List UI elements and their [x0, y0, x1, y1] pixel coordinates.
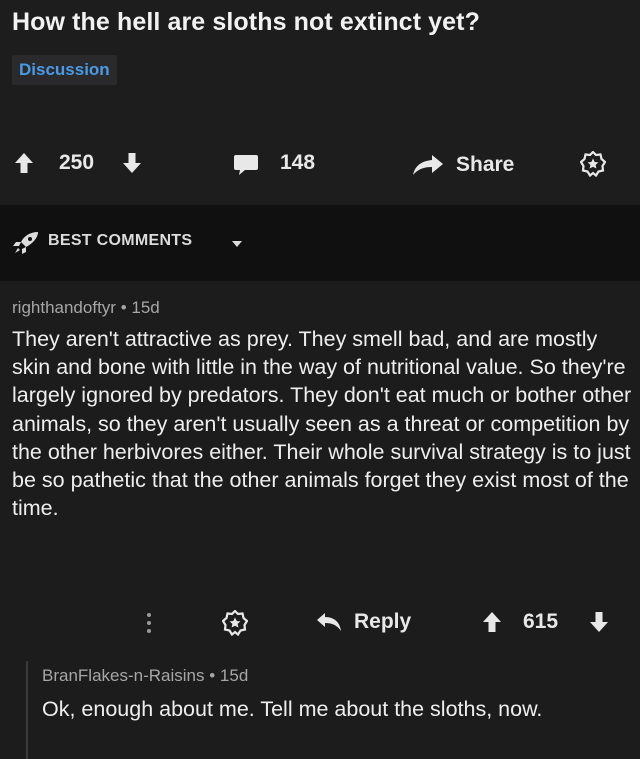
reply-meta: BranFlakes-n-Raisins • 15d	[42, 666, 248, 686]
comment-award-button[interactable]	[222, 610, 248, 636]
comment: righthandoftyr • 15d They aren't attract…	[0, 281, 640, 661]
post-award-button[interactable]	[580, 151, 606, 177]
reply-label: Reply	[354, 610, 412, 633]
post-comment-count: 148	[280, 151, 316, 174]
comment-score: 615	[523, 610, 559, 633]
post-downvote-button[interactable]	[122, 151, 142, 175]
post-upvote-button[interactable]	[14, 151, 34, 175]
comment-upvote-button[interactable]	[482, 610, 502, 634]
rocket-icon	[12, 231, 40, 255]
reply-age: 15d	[219, 666, 249, 685]
downvote-arrow-icon	[122, 151, 142, 175]
post-score: 250	[59, 151, 95, 174]
comment-age: 15d	[131, 298, 160, 317]
more-options-icon	[146, 611, 152, 635]
reply-body: Ok, enough about me. Tell me about the s…	[42, 697, 543, 721]
post-page: How the hell are sloths not extinct yet?…	[0, 0, 640, 759]
post-title: How the hell are sloths not extinct yet?	[12, 8, 480, 36]
meta-separator: •	[209, 666, 220, 685]
reply-comment: BranFlakes-n-Raisins • 15d Ok, enough ab…	[26, 661, 640, 759]
award-icon	[580, 151, 606, 177]
comment-reply-button[interactable]: Reply	[316, 610, 411, 634]
post-header: How the hell are sloths not extinct yet?…	[0, 0, 640, 205]
share-arrow-icon	[412, 153, 444, 177]
comment-author[interactable]: righthandoftyr	[12, 298, 116, 317]
upvote-arrow-icon	[482, 610, 502, 634]
sort-label: BEST COMMENTS	[48, 232, 193, 249]
comment-downvote-button[interactable]	[589, 610, 609, 634]
meta-separator: •	[120, 298, 132, 317]
post-action-bar: 250 148 Share	[0, 145, 640, 185]
comment-sort-bar[interactable]: BEST COMMENTS	[0, 205, 640, 281]
post-flair[interactable]: Discussion	[12, 55, 117, 85]
post-comments-button[interactable]	[233, 153, 259, 177]
post-share-button[interactable]: Share	[412, 153, 514, 177]
comment-action-bar: Reply 615	[0, 603, 640, 643]
comment-meta: righthandoftyr • 15d	[12, 298, 160, 318]
comment-bubble-icon	[233, 153, 259, 177]
award-icon	[222, 610, 248, 636]
chevron-down-icon	[231, 240, 243, 248]
reply-author[interactable]: BranFlakes-n-Raisins	[42, 666, 205, 685]
upvote-arrow-icon	[14, 151, 34, 175]
downvote-arrow-icon	[589, 610, 609, 634]
share-label: Share	[456, 153, 515, 176]
comment-more-button[interactable]	[146, 611, 152, 635]
comment-body: They aren't attractive as prey. They sme…	[12, 327, 632, 521]
reply-arrow-icon	[316, 611, 342, 633]
